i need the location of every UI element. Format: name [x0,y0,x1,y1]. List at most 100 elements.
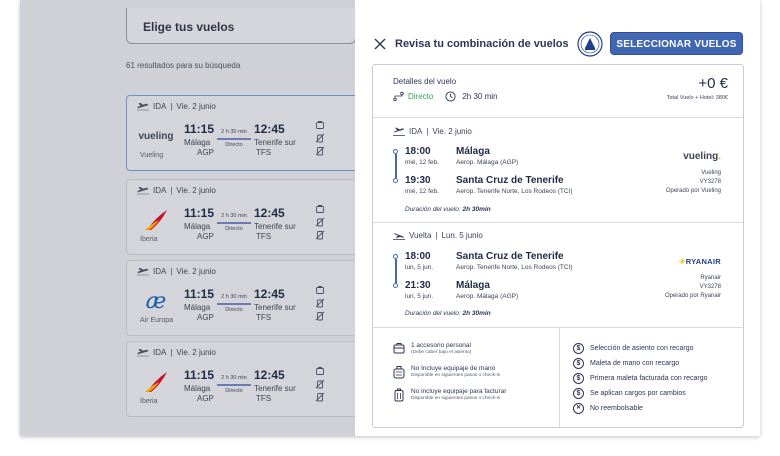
baggage-icons [315,204,325,240]
no-checked-bag-icon [315,146,325,156]
timeline-dot [393,283,398,288]
backpack-icon [316,367,324,375]
flight-review-panel: Revisa tu combinación de vuelos SELECCIO… [355,0,760,436]
flight-type: Directo [225,142,243,148]
plane-icon [137,186,149,194]
itinerary-box: Detalles del vuelo Directo 2h 30 min +0 … [372,64,744,428]
from-code: AGP [197,148,214,157]
total-duration: 2h 30 min [462,92,498,101]
plane-landing-icon [393,233,405,240]
card-date: Vie. 2 junio [176,267,216,276]
to-city: Tenerife sur [254,138,296,147]
from-city: Málaga [184,222,211,231]
backpack-icon [316,121,324,129]
dollar-icon: $ [573,373,584,384]
details-title: Detalles del vuelo [393,77,457,86]
flight-card[interactable]: IDA | Vie. 2 junio Iberia 11:15 2 h 30 mi… [126,179,358,255]
select-flights-button[interactable]: SELECCIONAR VUELOS [610,32,743,55]
baggage-icons [315,120,325,156]
duration: 2 h 30 min [221,213,247,219]
route-line [217,303,251,305]
no-cabin-bag-icon [315,133,325,143]
return-arr-city: Málaga [456,280,490,291]
dep-time: 11:15 [184,287,215,301]
outbound-dep-city: Málaga [456,146,490,157]
dollar-icon: $ [573,343,584,354]
to-city: Tenerife sur [254,384,296,393]
flight-card[interactable]: IDA | Vie. 2 junio Iberia 11:15 2 h 30 mi… [126,341,358,417]
card-direction: IDA [153,348,167,357]
details-summary: Directo 2h 30 min [393,91,497,102]
outbound-arr-airport: Aerop. Tenerife Norte, Los Rodeos (TCI) [456,188,573,195]
dep-time: 11:15 [184,206,215,220]
from-code: AGP [197,394,214,403]
vueling-logo: vueling [138,130,174,142]
card-direction: IDA [153,267,167,276]
vueling-logo: vueling. [683,151,721,162]
plane-icon [137,348,149,356]
baggage-icons [315,366,325,402]
panel-title: Revisa tu combinación de vuelos [395,38,569,50]
to-city: Tenerife sur [254,222,296,231]
return-airline: Ryanair [700,275,721,281]
dollar-icon: $ [573,358,584,369]
backpack-icon [393,343,405,354]
airline-label: Vueling [140,152,164,159]
outbound-direction: IDA [409,127,423,136]
return-airline-info: Ryanair VY3278 Operado por Ryanair [665,274,721,301]
no-cabin-bag-icon [315,217,325,227]
route-line [217,222,251,224]
card-date: Vie. 2 junio [176,186,216,195]
return-arr-airport: Aerop. Málaga (AGP) [456,293,519,300]
divider [373,117,743,118]
airline-label: Iberia [140,236,158,243]
route-line [217,384,251,386]
outbound-dep-date: mié, 12 feb. [405,159,439,166]
card-direction: IDA [153,186,167,195]
return-arr-time: 21:30 [405,280,431,291]
outbound-dep-time: 18:00 [405,146,431,157]
clock-icon [445,91,456,102]
quality-seal-icon [577,31,603,57]
timeline-dot [393,178,398,183]
arr-time: 12:45 [254,287,285,301]
outbound-airline-info: Vueling VY3278 Operado por Vueling [666,169,721,196]
checked-bag-icon [394,388,404,402]
timeline-line [395,259,397,283]
card-date: Vie. 2 junio [176,348,216,357]
close-icon[interactable] [373,37,387,51]
duration: 2 h 30 min [221,294,247,300]
return-dep-date: lun, 5 jun. [405,264,434,271]
flight-card[interactable]: IDA | Vie. 2 junio æ Air Europa 11:15 2 h… [126,260,358,336]
no-checked-bag-icon [315,311,325,321]
arr-time: 12:45 [254,122,285,136]
return-flight-no: VY3278 [699,284,721,290]
outbound-arr-date: mié, 12 feb. [405,188,439,195]
flight-card[interactable]: IDA | Vie. 2 junio vueling Vueling 11:15 … [126,95,358,171]
plane-takeoff-icon [393,127,405,136]
outbound-operated: Operado por Vueling [665,188,721,194]
timeline-line [395,154,397,178]
card-header: IDA | Vie. 2 junio [137,102,216,111]
no-refund-icon: ✕ [573,403,584,414]
outbound-arr-city: Santa Cruz de Tenerife [456,175,564,186]
baggage-icons [315,285,325,321]
price-difference: +0 € [698,75,728,92]
cabin-bag-icon [393,366,405,379]
to-city: Tenerife sur [254,303,296,312]
no-cabin-bag-icon [315,379,325,389]
iberia-logo [137,206,175,234]
divider [373,222,743,223]
baggage-item: No Incluye equipaje de mano Disponible en… [393,365,500,379]
card-header: IDA | Vie. 2 junio [137,267,216,276]
condition-item: ✕ No reembolsable [573,403,643,414]
dep-time: 11:15 [184,122,215,136]
airline-label: Air Europa [140,317,174,324]
return-duration: Duración del vuelo: 2h 30min [405,310,491,317]
from-city: Málaga [184,303,211,312]
return-dep-city: Santa Cruz de Tenerife [456,251,564,262]
outbound-flight-no: VY3278 [699,179,721,185]
return-operated: Operado por Ryanair [664,293,721,299]
arr-time: 12:45 [254,368,285,382]
outbound-dep-airport: Aerop. Málaga (AGP) [456,159,519,166]
